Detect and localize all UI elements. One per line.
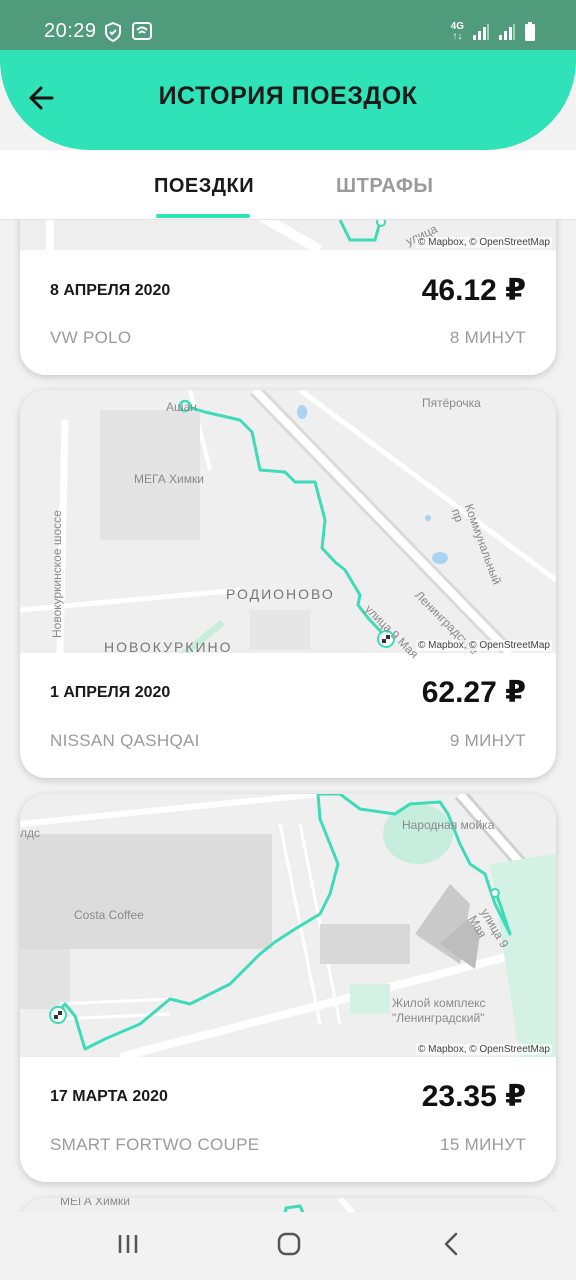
trip-card[interactable]: Народная мойка Costa Coffee улица 9 Мая … [20, 794, 556, 1182]
tab-fines[interactable]: ШТРАФЫ [336, 175, 434, 198]
battery-icon [525, 22, 535, 41]
trip-price: 46.12 ₽ [421, 274, 526, 307]
trip-duration: 15 МИНУТ [440, 1135, 526, 1154]
map-label: Пятёрочка [422, 396, 481, 410]
signal-icon [473, 24, 489, 40]
map-label: МЕГА Химки [134, 472, 204, 486]
trip-price: 23.35 ₽ [421, 1080, 526, 1113]
route-map[interactable]: улица © Mapbox, © OpenStreetMap [20, 220, 556, 250]
trip-date: 1 АПРЕЛЯ 2020 [50, 684, 171, 701]
map-attribution: © Mapbox, © OpenStreetMap [415, 237, 552, 248]
trips-list[interactable]: улица © Mapbox, © OpenStreetMap 8 АПРЕЛЯ… [0, 220, 576, 1212]
trip-card[interactable]: МЕГА Химки [20, 1198, 556, 1212]
trip-car: VW POLO [50, 328, 132, 347]
signal-icon-2 [499, 24, 515, 40]
tab-trips[interactable]: ПОЕЗДКИ [154, 175, 254, 198]
network-type: 4G ↑↓ [450, 21, 464, 42]
route-map[interactable]: Народная мойка Costa Coffee улица 9 Мая … [20, 794, 556, 1057]
page-title: ИСТОРИЯ ПОЕЗДОК [158, 82, 418, 110]
trip-duration: 9 МИНУТ [449, 731, 526, 750]
trip-car: NISSAN QASHQAI [50, 731, 200, 750]
map-label: Новокуркинское шоссе [50, 510, 64, 638]
back-icon[interactable] [440, 1232, 464, 1256]
map-label: Costa Coffee [74, 908, 144, 922]
map-label: МЕГА Химки [60, 1198, 130, 1208]
trip-car: SMART FORTWO COUPE [50, 1135, 260, 1154]
tab-bar: ПОЕЗДКИ ШТРАФЫ [0, 150, 576, 220]
route-map[interactable]: Ашан Пятёрочка МЕГА Химки Коммунальный п… [20, 390, 556, 661]
map-attribution: © Mapbox, © OpenStreetMap [415, 1044, 552, 1055]
map-label: лдс [20, 826, 41, 840]
app-header: ИСТОРИЯ ПОЕЗДОК [0, 50, 576, 150]
trip-card[interactable]: улица © Mapbox, © OpenStreetMap 8 АПРЕЛЯ… [20, 220, 556, 375]
recents-icon[interactable] [116, 1232, 140, 1256]
trip-date: 17 МАРТА 2020 [50, 1088, 168, 1105]
map-label: Ашан [166, 400, 197, 414]
trip-date: 8 АПРЕЛЯ 2020 [50, 282, 171, 299]
map-label: РОДИОНОВО [226, 586, 335, 602]
trip-duration: 8 МИНУТ [449, 328, 526, 347]
shield-icon [105, 22, 121, 42]
map-label: Жилой комплекс [392, 996, 486, 1010]
route-map[interactable]: МЕГА Химки [20, 1198, 556, 1212]
active-tab-indicator [156, 214, 250, 218]
map-attribution: © Mapbox, © OpenStreetMap [415, 640, 552, 651]
trip-card[interactable]: Ашан Пятёрочка МЕГА Химки Коммунальный п… [20, 390, 556, 778]
system-nav-bar [0, 1212, 576, 1280]
map-label: Народная мойка [402, 818, 495, 832]
home-icon[interactable] [277, 1232, 301, 1256]
trip-price: 62.27 ₽ [421, 676, 526, 709]
wifi-box-icon [132, 22, 152, 40]
map-label: НОВОКУРКИНО [104, 639, 233, 655]
status-time: 20:29 [44, 20, 97, 42]
map-label: "Ленинградский" [392, 1011, 485, 1025]
